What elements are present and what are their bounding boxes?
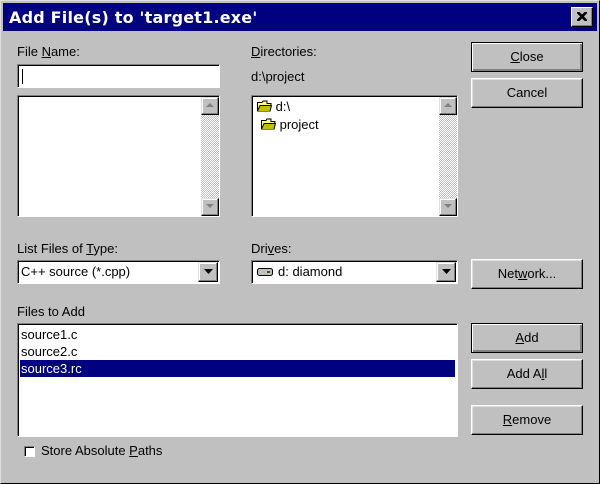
- add-all-button[interactable]: Add All: [471, 359, 583, 389]
- up-arrow-icon: [444, 103, 452, 107]
- store-absolute-paths-label[interactable]: Store Absolute Paths: [41, 443, 162, 458]
- add-files-dialog: Add File(s) to 'target1.exe' File Name: …: [0, 0, 600, 484]
- chevron-down-icon: [204, 269, 213, 274]
- close-button[interactable]: Close: [471, 42, 583, 72]
- scroll-up-button[interactable]: [439, 97, 457, 115]
- add-button[interactable]: Add: [471, 323, 583, 353]
- drives-dropdown-button[interactable]: [436, 262, 456, 282]
- cancel-button[interactable]: Cancel: [471, 78, 583, 108]
- close-window-button[interactable]: [571, 7, 593, 27]
- scroll-down-button[interactable]: [201, 198, 219, 216]
- list-item-selected[interactable]: source3.rc: [20, 360, 455, 377]
- current-directory-path: d:\project: [251, 69, 305, 84]
- remove-button[interactable]: Remove: [471, 405, 583, 435]
- drives-label: Drives:: [251, 241, 292, 256]
- files-to-add-list[interactable]: source1.c source2.c source3.rc: [17, 323, 458, 437]
- directory-item-label: d:\: [275, 99, 291, 114]
- list-item[interactable]: source1.c: [20, 326, 455, 343]
- directory-item-root[interactable]: d:\: [257, 99, 290, 117]
- directory-item-label: project: [279, 117, 319, 132]
- drive-icon: [257, 268, 273, 276]
- file-type-select[interactable]: C++ source (*.cpp): [17, 260, 220, 284]
- drives-value: d: diamond: [278, 264, 343, 279]
- scroll-down-button[interactable]: [439, 198, 457, 216]
- close-icon: [577, 12, 587, 21]
- file-list[interactable]: [17, 95, 220, 217]
- down-arrow-icon: [206, 204, 214, 208]
- directory-item-project[interactable]: project: [261, 117, 319, 135]
- text-cursor: [22, 69, 23, 84]
- directories-label: Directories:: [251, 44, 317, 59]
- up-arrow-icon: [206, 103, 214, 107]
- drives-select[interactable]: d: diamond: [251, 260, 458, 284]
- window-title: Add File(s) to 'target1.exe': [9, 8, 258, 27]
- file-name-label: File Name:: [17, 44, 80, 59]
- file-list-scrollbar[interactable]: [201, 97, 219, 216]
- chevron-down-icon: [442, 269, 451, 274]
- open-folder-icon: [261, 118, 277, 130]
- store-absolute-paths-checkbox[interactable]: [24, 446, 35, 457]
- file-name-input[interactable]: [17, 64, 220, 88]
- file-type-dropdown-button[interactable]: [198, 262, 218, 282]
- files-to-add-label: Files to Add: [17, 304, 85, 319]
- network-button[interactable]: Network...: [471, 259, 583, 289]
- directory-scrollbar[interactable]: [439, 97, 457, 216]
- directory-tree[interactable]: d:\ project: [251, 95, 458, 217]
- open-folder-icon: [257, 100, 273, 112]
- down-arrow-icon: [444, 204, 452, 208]
- title-bar[interactable]: Add File(s) to 'target1.exe': [3, 3, 597, 31]
- scroll-up-button[interactable]: [201, 97, 219, 115]
- list-item[interactable]: source2.c: [20, 343, 455, 360]
- file-type-label: List Files of Type:: [17, 241, 118, 256]
- file-type-value: C++ source (*.cpp): [21, 264, 131, 279]
